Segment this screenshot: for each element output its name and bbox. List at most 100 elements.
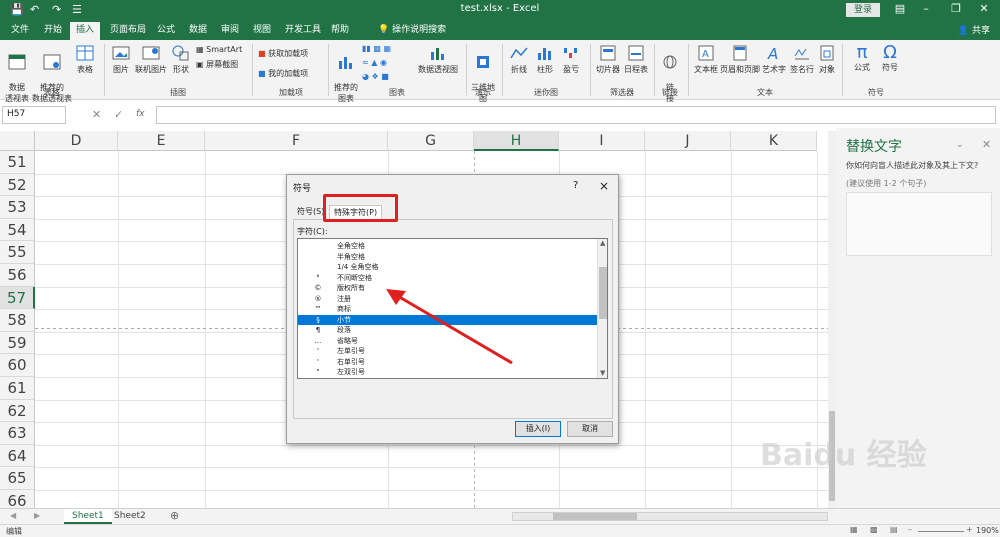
online-picture-label: 联机图片 <box>135 65 167 74</box>
sheet-tab-sheet2[interactable]: Sheet2 <box>106 509 154 524</box>
zoom-in-icon[interactable]: + <box>966 525 973 534</box>
tab-data[interactable]: 数据 <box>183 22 213 40</box>
ribbon-display-icon[interactable]: ▤ <box>886 2 914 18</box>
scroll-down-icon[interactable]: ▼ <box>600 369 605 377</box>
get-addins-button[interactable]: ■ 获取加载项 <box>258 48 308 59</box>
maximize-button[interactable]: ❐ <box>942 2 970 18</box>
shapes-button[interactable]: 形状 <box>168 44 194 75</box>
equation-button[interactable]: π 公式 <box>848 42 876 73</box>
sparkline-column-button[interactable]: 柱形 <box>532 44 558 75</box>
column-header-i[interactable]: I <box>559 131 645 151</box>
next-sheet-icon[interactable]: ▶ <box>34 511 40 520</box>
list-scrollbar[interactable]: ▲ ▼ <box>597 239 607 378</box>
smartart-button[interactable]: ▦ SmartArt <box>196 45 242 54</box>
column-header-f[interactable]: F <box>205 131 388 151</box>
fx-icon[interactable]: fx <box>136 109 145 119</box>
scroll-thumb[interactable] <box>553 513 637 520</box>
tab-page-layout[interactable]: 页面布局 <box>104 22 152 40</box>
cancel-button[interactable]: 取消 <box>567 421 613 437</box>
object-button[interactable]: 对象 <box>816 44 838 75</box>
column-chart-icons[interactable]: ▮▮ ▩ ▦ <box>362 44 391 53</box>
page-break-view-icon[interactable]: ▤ <box>890 525 898 534</box>
cancel-icon[interactable]: ✕ <box>92 108 101 121</box>
row-header-59[interactable]: 59 <box>0 331 35 355</box>
row-header-53[interactable]: 53 <box>0 196 35 219</box>
table-button[interactable]: 表格 <box>74 44 96 75</box>
textbox-button[interactable]: A 文本框 <box>692 44 720 75</box>
character-item[interactable]: ° 不间断空格 <box>298 273 597 283</box>
character-item[interactable]: 半角空格 <box>298 252 597 262</box>
row-header-57[interactable]: 57 <box>0 286 35 310</box>
header-footer-button[interactable]: 页眉和页脚 <box>720 44 760 75</box>
column-header-j[interactable]: J <box>645 131 731 151</box>
signature-line-button[interactable]: 签名行 <box>788 44 816 75</box>
normal-view-icon[interactable]: ▦ <box>850 525 858 534</box>
picture-button[interactable]: 图片 <box>108 44 134 75</box>
character-item[interactable]: 全角空格 <box>298 241 597 251</box>
tab-file[interactable]: 文件 <box>5 22 35 40</box>
enter-icon[interactable]: ✓ <box>114 108 123 121</box>
wordart-button[interactable]: A 艺术字 <box>760 44 788 75</box>
symbol-button[interactable]: Ω 符号 <box>876 42 904 73</box>
dialog-help-button[interactable]: ? <box>573 180 578 191</box>
tab-formulas[interactable]: 公式 <box>151 22 181 40</box>
add-sheet-icon[interactable]: ⊕ <box>170 509 179 522</box>
tab-help[interactable]: 帮助 <box>325 22 355 40</box>
dialog-close-button[interactable]: × <box>599 179 609 193</box>
page-layout-view-icon[interactable]: ▩ <box>870 525 878 534</box>
row-header-65[interactable]: 65 <box>0 467 35 490</box>
formula-input[interactable] <box>156 106 996 124</box>
row-header-51[interactable]: 51 <box>0 151 35 174</box>
alt-text-input[interactable] <box>846 192 992 256</box>
online-picture-button[interactable]: 联机图片 <box>134 44 168 75</box>
column-header-d[interactable]: D <box>35 131 118 151</box>
sheet-tab-sheet1[interactable]: Sheet1 <box>64 509 112 524</box>
my-addins-button[interactable]: ■ 我的加载项 <box>258 68 308 79</box>
pane-close-icon[interactable]: ✕ <box>982 138 991 151</box>
pane-options-icon[interactable]: ⌄ <box>956 140 964 150</box>
sparkline-line-button[interactable]: 折线 <box>506 44 532 75</box>
row-header-62[interactable]: 62 <box>0 399 35 423</box>
name-box[interactable]: H57 <box>2 106 66 124</box>
scroll-thumb[interactable] <box>599 267 607 319</box>
tab-developer[interactable]: 开发工具 <box>279 22 327 40</box>
row-header-61[interactable]: 61 <box>0 377 35 400</box>
column-header-h[interactable]: H <box>474 131 559 151</box>
column-header-e[interactable]: E <box>118 131 205 151</box>
prev-sheet-icon[interactable]: ◀ <box>10 511 16 520</box>
tab-view[interactable]: 视图 <box>247 22 277 40</box>
tell-me-search[interactable]: 💡 操作说明搜索 <box>372 22 452 40</box>
scroll-up-icon[interactable]: ▲ <box>600 239 605 247</box>
row-header-63[interactable]: 63 <box>0 422 35 445</box>
minimize-button[interactable]: – <box>912 2 940 18</box>
row-header-52[interactable]: 52 <box>0 173 35 197</box>
insert-button[interactable]: 插入(I) <box>515 421 561 437</box>
zoom-level[interactable]: 190% <box>976 526 999 535</box>
column-header-k[interactable]: K <box>731 131 817 151</box>
slicer-button[interactable]: 切片器 <box>594 44 622 75</box>
tab-insert[interactable]: 插入 <box>70 22 101 40</box>
select-all-corner[interactable] <box>0 131 35 151</box>
character-item[interactable]: 1/4 全角空格 <box>298 262 597 272</box>
row-header-66[interactable]: 66 <box>0 490 35 508</box>
zoom-slider[interactable] <box>918 531 964 532</box>
tab-review[interactable]: 审阅 <box>215 22 245 40</box>
login-button[interactable]: 登录 <box>846 3 880 17</box>
sparkline-winloss-button[interactable]: 盈亏 <box>558 44 584 75</box>
pie-chart-icons[interactable]: ◕ ❖ ■ <box>362 72 389 81</box>
row-header-64[interactable]: 64 <box>0 444 35 468</box>
share-button[interactable]: 👤 共享 <box>958 23 990 36</box>
zoom-out-icon[interactable]: – <box>908 525 912 534</box>
pivot-chart-button[interactable]: 数据透视图 <box>418 44 458 75</box>
row-header-54[interactable]: 54 <box>0 218 35 242</box>
column-header-g[interactable]: G <box>388 131 474 151</box>
timeline-button[interactable]: 日程表 <box>622 44 650 75</box>
tab-home[interactable]: 开始 <box>38 22 68 40</box>
line-chart-icons[interactable]: ≈ ▲ ◉ <box>362 58 387 67</box>
row-header-55[interactable]: 55 <box>0 241 35 264</box>
row-header-60[interactable]: 60 <box>0 354 35 377</box>
screenshot-button[interactable]: ▣ 屏幕截图 <box>196 59 238 70</box>
row-header-56[interactable]: 56 <box>0 264 35 287</box>
row-header-58[interactable]: 58 <box>0 309 35 332</box>
close-button[interactable]: ✕ <box>970 2 998 18</box>
